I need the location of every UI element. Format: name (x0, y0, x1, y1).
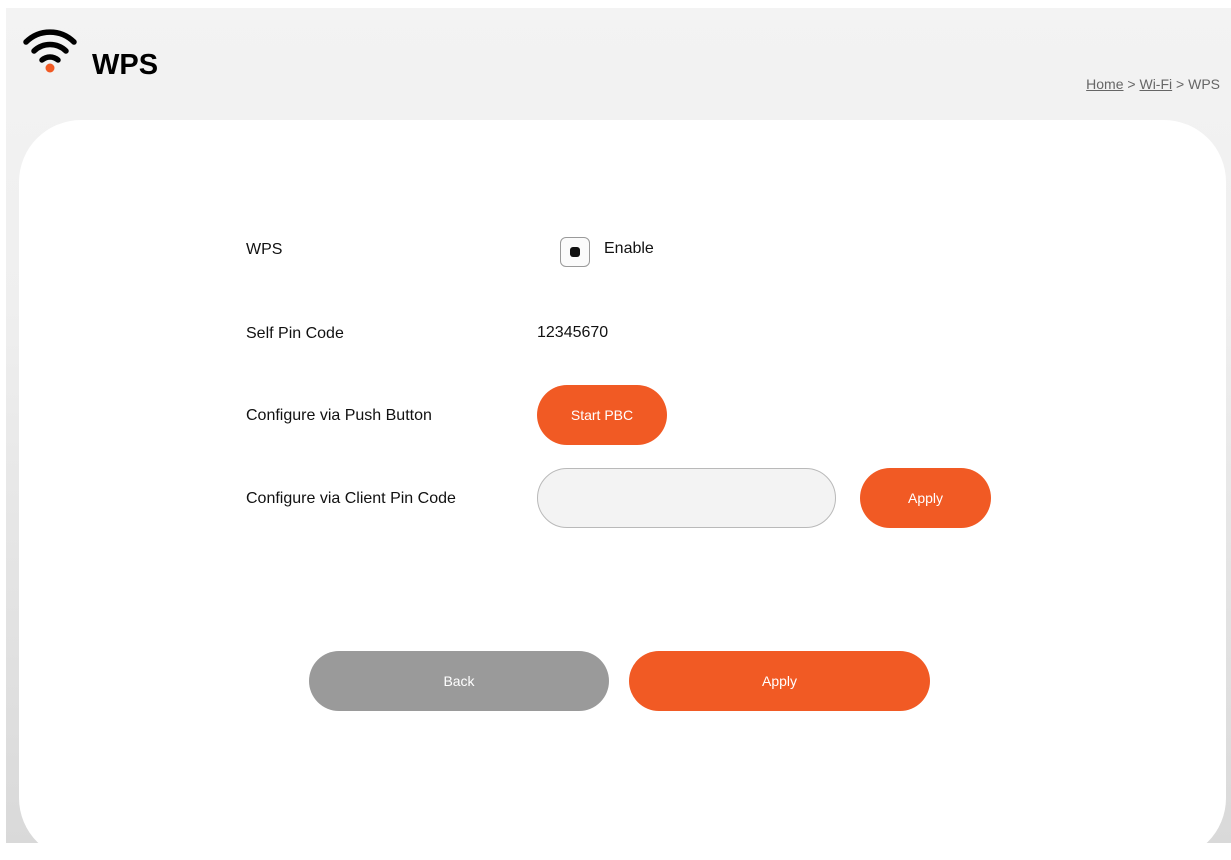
push-button-label: Configure via Push Button (246, 407, 432, 424)
wifi-icon (23, 29, 77, 73)
apply-button[interactable]: Apply (629, 651, 930, 711)
back-button[interactable]: Back (309, 651, 609, 711)
wps-enable-label[interactable]: Enable (604, 240, 654, 258)
self-pin-code-label: Self Pin Code (246, 325, 344, 342)
client-pin-input[interactable] (537, 468, 836, 528)
start-pbc-button[interactable]: Start PBC (537, 385, 667, 445)
page-title: WPS (92, 49, 159, 81)
breadcrumb: Home > Wi-Fi > WPS (1086, 76, 1220, 92)
wps-label: WPS (246, 241, 283, 258)
self-pin-code-value: 12345670 (537, 324, 609, 341)
breadcrumb-current: WPS (1188, 76, 1220, 92)
checkbox-checked-mark (570, 247, 580, 257)
breadcrumb-home-link[interactable]: Home (1086, 76, 1123, 92)
wps-enable-checkbox[interactable] (560, 237, 590, 267)
client-pin-apply-button[interactable]: Apply (860, 468, 991, 528)
client-pin-code-label: Configure via Client Pin Code (246, 490, 456, 507)
breadcrumb-separator: > (1176, 76, 1185, 92)
breadcrumb-separator: > (1127, 76, 1136, 92)
page-background: WPS Home > Wi-Fi > WPS WPS Enable Self P… (6, 8, 1231, 860)
wps-settings-card: WPS Enable Self Pin Code 12345670 Config… (19, 120, 1226, 860)
breadcrumb-wifi-link[interactable]: Wi-Fi (1139, 76, 1172, 92)
